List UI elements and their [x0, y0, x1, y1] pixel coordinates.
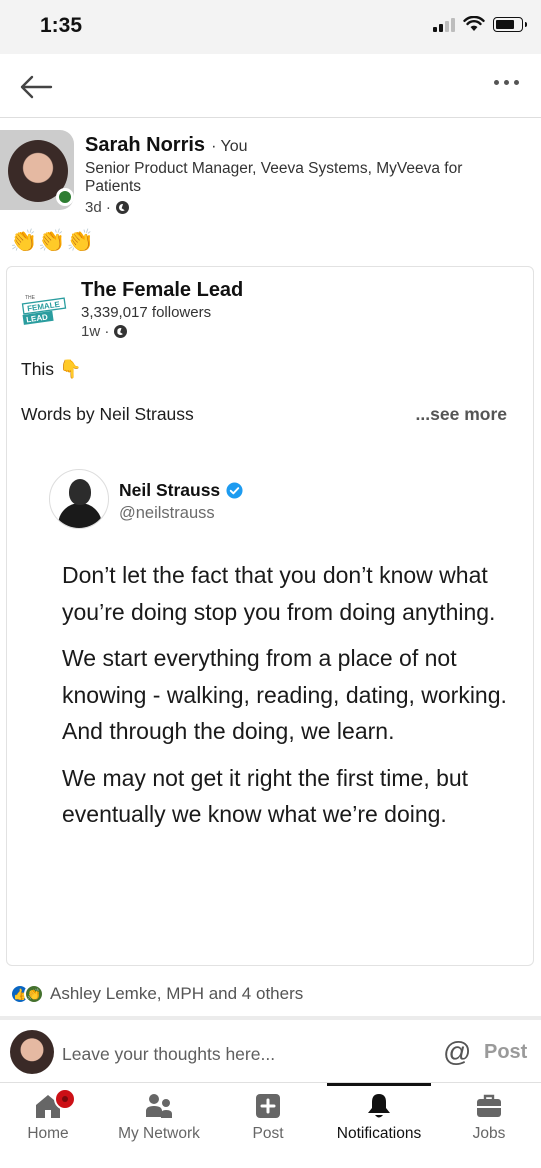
pointing-down-emoji: 👇: [58, 359, 82, 379]
globe-icon: [114, 325, 128, 338]
mention-icon[interactable]: @: [443, 1036, 471, 1068]
author-relation: · You: [211, 138, 248, 155]
arrow-left-icon[interactable]: [18, 74, 54, 100]
post-author: Sarah Norris · You Senior Product Manage…: [0, 130, 541, 220]
tab-label-notifications: Notifications: [336, 1125, 422, 1142]
org-logo[interactable]: THE FEMALE LEAD: [21, 291, 67, 327]
ellipsis-icon[interactable]: [494, 80, 519, 85]
tab-label-jobs: Jobs: [472, 1125, 506, 1142]
notification-badge: [54, 1088, 76, 1110]
bottom-tab-bar: Home My Network Post Notifications Jobs: [0, 1082, 541, 1168]
tweet-author-avatar: [49, 469, 109, 529]
org-name[interactable]: The Female Lead: [81, 279, 243, 302]
celebrate-reaction-icon: 👏: [24, 984, 44, 1004]
reactions-summary[interactable]: 👍 👏 Ashley Lemke, MPH and 4 others: [10, 984, 303, 1004]
tweet-author-name: Neil Strauss: [119, 480, 221, 500]
tab-jobs[interactable]: Jobs: [435, 1083, 541, 1168]
tab-label-home: Home: [27, 1125, 69, 1142]
status-time: 1:35: [40, 14, 83, 37]
bell-icon: [368, 1094, 390, 1118]
cellular-signal-icon: [433, 16, 455, 32]
shared-post-card[interactable]: THE FEMALE LEAD The Female Lead 3,339,01…: [6, 266, 534, 966]
shared-post-timestamp: 1w ·: [81, 323, 128, 340]
shared-text-label: This: [21, 359, 55, 379]
plus-square-icon: [256, 1094, 280, 1118]
tab-home[interactable]: Home: [0, 1083, 102, 1168]
globe-icon: [115, 201, 129, 214]
shared-post-credit: Words by Neil Strauss: [21, 404, 194, 424]
top-nav-bar: [0, 54, 541, 118]
tab-my-network[interactable]: My Network: [105, 1083, 213, 1168]
tab-label-post: Post: [252, 1125, 284, 1142]
see-more-link[interactable]: ...see more: [416, 404, 507, 425]
status-bar: 1:35: [0, 0, 541, 54]
tweet-paragraph: We may not get it right the first time, …: [62, 764, 469, 828]
status-icons: [433, 16, 527, 32]
wifi-icon: [463, 16, 485, 31]
network-icon: [146, 1094, 172, 1118]
shared-post-text: This 👇: [21, 359, 81, 380]
tweet-paragraph: We start everything from a place of not …: [62, 645, 507, 744]
post-timestamp: 3d ·: [85, 199, 129, 216]
briefcase-icon: [477, 1094, 501, 1117]
battery-icon: [493, 16, 527, 32]
tweet-author-handle: @neilstrauss: [119, 504, 215, 522]
avatar: [10, 1030, 54, 1074]
comment-bar: @ Post: [0, 1016, 541, 1082]
comment-input[interactable]: [62, 1040, 422, 1068]
tab-post[interactable]: Post: [214, 1083, 322, 1168]
shared-post-age: 1w ·: [81, 323, 110, 340]
svg-text:LEAD: LEAD: [26, 312, 49, 324]
tweet-paragraph: Don’t let the fact that you don’t know w…: [62, 562, 496, 625]
verified-badge-icon: [226, 482, 243, 499]
post-body-text: 👏👏👏: [10, 228, 96, 253]
svg-text:THE: THE: [25, 295, 36, 301]
tab-notifications[interactable]: Notifications: [327, 1083, 431, 1168]
author-name[interactable]: Sarah Norris: [85, 134, 205, 157]
tweet-body: Don’t let the fact that you don’t know w…: [62, 557, 512, 843]
author-headline: Senior Product Manager, Veeva Systems, M…: [85, 160, 463, 195]
post-age: 3d ·: [85, 199, 111, 216]
tab-label-my-network: My Network: [118, 1125, 200, 1142]
org-followers: 3,339,017 followers: [81, 304, 212, 321]
online-status-dot: [56, 188, 74, 206]
reactions-text: Ashley Lemke, MPH and 4 others: [50, 984, 304, 1003]
post-comment-button[interactable]: Post: [484, 1041, 527, 1064]
